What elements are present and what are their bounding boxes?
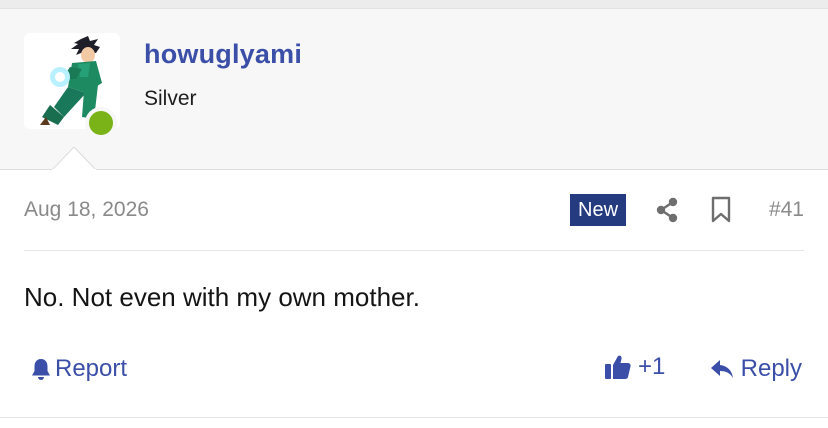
previous-post-edge (0, 0, 828, 9)
post-number-link[interactable]: #41 (769, 198, 804, 222)
post-date[interactable]: Aug 18, 2026 (24, 198, 149, 222)
bell-icon (32, 359, 50, 380)
bookmark-icon[interactable] (710, 196, 732, 224)
thumbs-up-icon (605, 355, 631, 379)
share-icon[interactable] (654, 197, 680, 223)
reply-button[interactable]: Reply (710, 355, 802, 383)
new-badge: New (570, 194, 627, 226)
meta-divider (24, 250, 804, 251)
online-indicator-icon (85, 107, 117, 139)
report-button[interactable]: Report (30, 355, 127, 383)
header-caret (52, 146, 96, 170)
report-label: Report (55, 355, 128, 382)
post-actions: Report +1 Reply (24, 350, 804, 390)
user-title: Silver (144, 87, 197, 110)
avatar-container[interactable] (24, 33, 120, 139)
post-user-header: howuglyami Silver (0, 9, 828, 170)
post-meta-row: Aug 18, 2026 New #41 (24, 190, 804, 234)
reply-arrow-icon (710, 360, 733, 378)
post-message: No. Not even with my own mother. (24, 282, 420, 312)
post-bottom-divider (0, 417, 828, 418)
like-count: +1 (638, 353, 666, 380)
like-button[interactable]: +1 (604, 353, 665, 381)
reply-label: Reply (740, 355, 802, 382)
username-link[interactable]: howuglyami (144, 39, 302, 70)
